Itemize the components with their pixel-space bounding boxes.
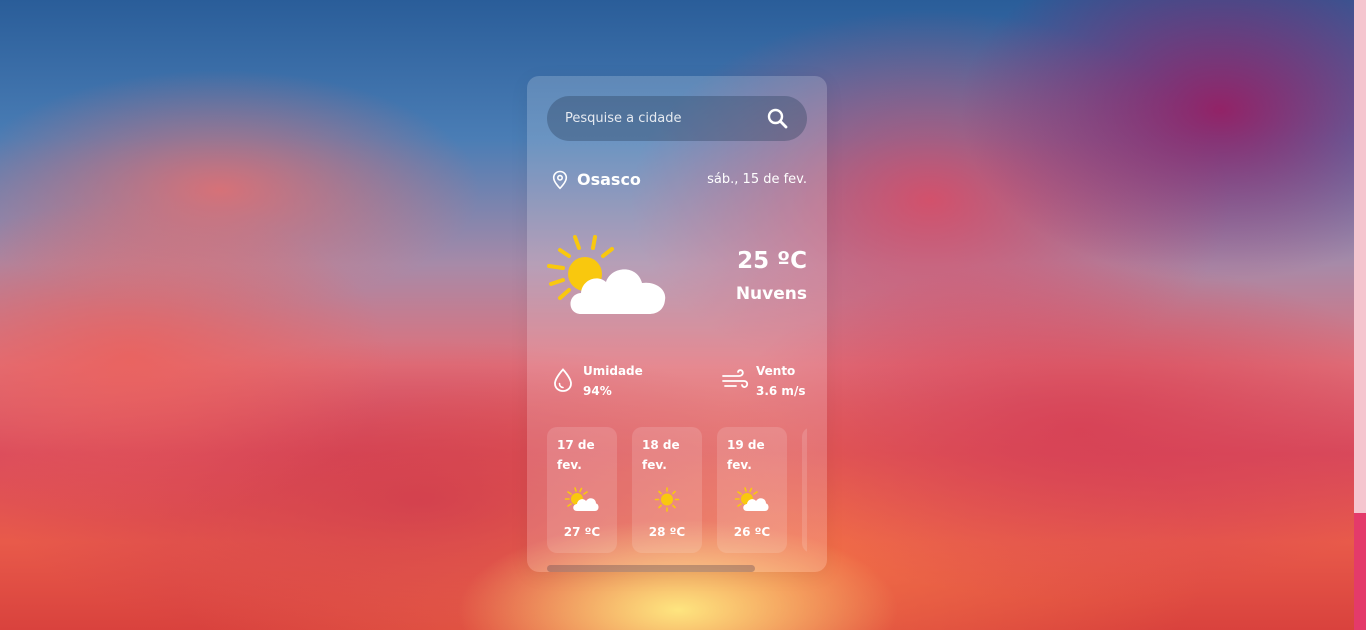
humidity-detail: Umidade 94% [551, 362, 671, 402]
wind-detail: Vento 3.6 m/s [721, 362, 821, 402]
search-icon[interactable] [765, 106, 791, 132]
current-date: sáb., 15 de fev. [707, 172, 807, 187]
page-scrollbar-thumb[interactable] [1354, 0, 1366, 513]
forecast-date: 18 de fev. [642, 438, 680, 472]
partly-cloudy-icon [545, 234, 669, 318]
forecast-date: 17 de fev. [557, 438, 595, 472]
wind-value: 3.6 m/s [756, 384, 806, 398]
droplet-icon [551, 367, 577, 393]
wind-icon [721, 367, 749, 393]
forecast-item-partial [802, 427, 807, 553]
search-bar [547, 96, 807, 141]
forecast-item: 17 de fev. 27 ºC [547, 427, 617, 553]
humidity-value: 94% [583, 384, 612, 398]
forecast-temp: 26 ºC [733, 525, 771, 539]
forecast-temp: 28 ºC [648, 525, 686, 539]
search-input[interactable] [565, 96, 755, 141]
forecast-list[interactable]: 17 de fev. 27 ºC 18 de fev. 28 ºC 19 de … [547, 427, 807, 554]
forecast-scrollbar[interactable] [547, 565, 755, 572]
weather-card: Osasco sáb., 15 de fev. 25 ºC Nuvens [527, 76, 827, 572]
partly-cloudy-icon [734, 487, 770, 513]
humidity-label: Umidade [583, 364, 643, 378]
location-pin-icon [551, 170, 569, 190]
weather-description: Nuvens [735, 284, 807, 304]
page-scrollbar-lower[interactable] [1354, 513, 1366, 630]
location-row: Osasco sáb., 15 de fev. [547, 168, 807, 192]
forecast-date: 19 de fev. [727, 438, 765, 472]
sun-icon [649, 487, 685, 513]
partly-cloudy-icon [564, 487, 600, 513]
wind-label: Vento [756, 364, 796, 378]
forecast-item: 18 de fev. 28 ºC [632, 427, 702, 553]
city-name: Osasco [577, 170, 641, 189]
forecast-item: 19 de fev. 26 ºC [717, 427, 787, 553]
forecast-temp: 27 ºC [563, 525, 601, 539]
current-temperature: 25 ºC [737, 248, 807, 274]
